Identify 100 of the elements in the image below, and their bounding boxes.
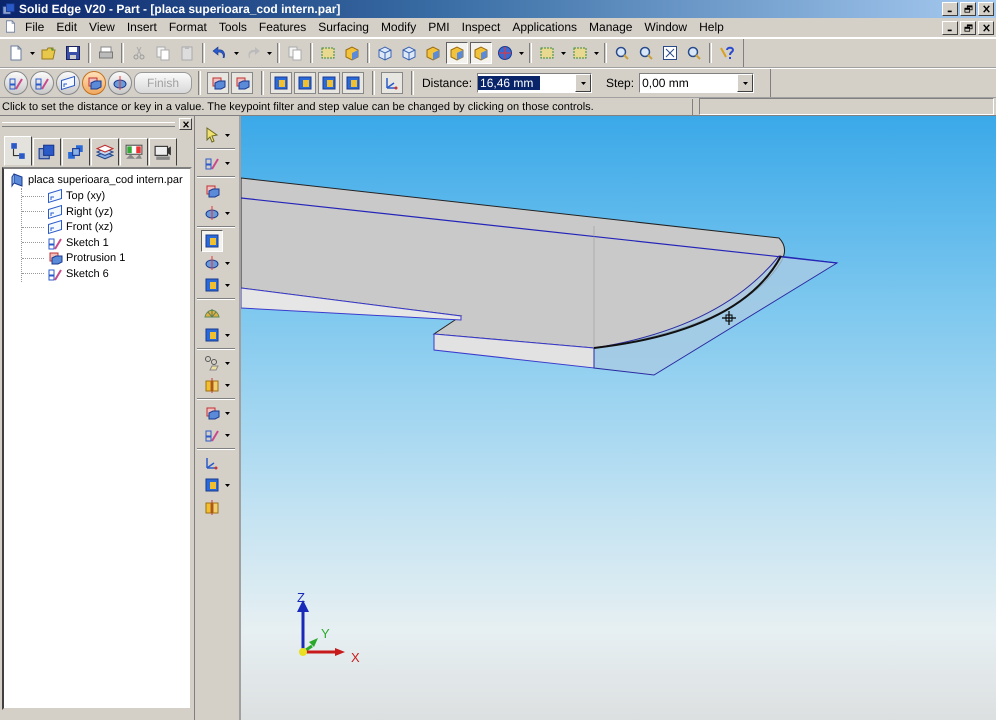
caret-icon bbox=[225, 384, 230, 386]
tree-item[interactable]: Sketch 1 bbox=[22, 235, 186, 250]
shaded-cube-icon bbox=[473, 45, 489, 61]
extruded-block-icon bbox=[47, 250, 63, 266]
caret-icon bbox=[580, 82, 586, 84]
ribbon-button[interactable] bbox=[207, 72, 229, 94]
extruded-block-icon bbox=[204, 183, 220, 199]
minimize-button[interactable] bbox=[942, 20, 958, 34]
menu-item[interactable]: Help bbox=[693, 19, 730, 36]
step-button[interactable] bbox=[56, 71, 80, 95]
keypoint-button[interactable] bbox=[381, 72, 403, 94]
restore-button[interactable] bbox=[960, 20, 976, 34]
revolve-icon bbox=[112, 75, 128, 91]
menu-item[interactable]: Tools bbox=[212, 19, 253, 36]
ribbon-button[interactable] bbox=[342, 72, 364, 94]
panel-tab[interactable] bbox=[33, 138, 61, 166]
toolbar-button[interactable] bbox=[201, 230, 223, 252]
axis-label: X bbox=[351, 651, 360, 664]
copy-icon bbox=[287, 45, 303, 61]
caret-icon bbox=[561, 52, 566, 54]
axes-icon bbox=[204, 455, 220, 471]
close-button[interactable] bbox=[179, 118, 192, 130]
restore-button[interactable] bbox=[960, 2, 976, 16]
shaded-face-icon bbox=[204, 327, 220, 343]
ribbon-button[interactable] bbox=[270, 72, 292, 94]
caret-icon bbox=[594, 52, 599, 54]
panel-tab[interactable] bbox=[62, 138, 90, 166]
axis-label: Y bbox=[321, 627, 330, 640]
shaded-face-icon bbox=[273, 75, 289, 91]
toolbar-button[interactable] bbox=[446, 42, 468, 64]
caret-icon bbox=[225, 134, 230, 136]
stacked-blocks-icon bbox=[38, 143, 56, 161]
pointer-icon bbox=[204, 127, 220, 143]
tree-item[interactable]: Top (xy) bbox=[22, 188, 186, 204]
panel-tab[interactable] bbox=[149, 138, 177, 166]
shaded-face-icon bbox=[204, 277, 220, 293]
close-button[interactable] bbox=[978, 20, 994, 34]
window-title: Solid Edge V20 - Part - [placa superioara_cod intern.par] bbox=[19, 2, 342, 16]
magnifier-icon bbox=[614, 45, 630, 61]
distance-combo[interactable]: 16,46 mm bbox=[477, 73, 592, 93]
ribbon-button[interactable] bbox=[231, 72, 253, 94]
tree-item[interactable]: Front (xz) bbox=[22, 220, 186, 235]
caret-icon bbox=[225, 362, 230, 364]
menu-item[interactable]: Edit bbox=[50, 19, 84, 36]
extruded-block-icon bbox=[210, 75, 226, 91]
caret-icon bbox=[225, 334, 230, 336]
tree-item[interactable]: Right (yz) bbox=[22, 204, 186, 220]
panel-tab[interactable] bbox=[120, 138, 148, 166]
caret-icon bbox=[225, 484, 230, 486]
magnifier-icon bbox=[638, 45, 654, 61]
panel-tab[interactable] bbox=[4, 136, 32, 166]
tree-item[interactable]: Protrusion 1 bbox=[22, 250, 186, 266]
caret-icon bbox=[225, 262, 230, 264]
step-combo[interactable]: 0,00 mm bbox=[639, 73, 754, 93]
distance-label: Distance: bbox=[422, 76, 472, 90]
step-button[interactable] bbox=[108, 71, 132, 95]
close-button[interactable] bbox=[978, 2, 994, 16]
toolbar-button[interactable] bbox=[470, 42, 492, 64]
plane-icon bbox=[60, 75, 76, 91]
menu-item[interactable]: Insert bbox=[120, 19, 163, 36]
menu-item[interactable]: Features bbox=[252, 19, 312, 36]
menu-item[interactable]: PMI bbox=[422, 19, 456, 36]
camera-icon bbox=[154, 143, 172, 161]
caret-icon bbox=[225, 412, 230, 414]
close-icon bbox=[982, 24, 990, 32]
menu-item[interactable]: Format bbox=[162, 19, 213, 36]
fit-view-icon bbox=[662, 45, 678, 61]
tree-item[interactable]: placa superioara_cod intern.par bbox=[8, 172, 186, 188]
step-button[interactable] bbox=[4, 71, 28, 95]
caret-icon bbox=[225, 284, 230, 286]
frame-icon bbox=[320, 45, 336, 61]
caret-icon bbox=[225, 212, 230, 214]
step-button[interactable] bbox=[30, 71, 54, 95]
menu-item[interactable]: Window bbox=[638, 19, 694, 36]
mirror-icon bbox=[204, 377, 220, 393]
menu-item[interactable]: File bbox=[22, 19, 50, 36]
undo-icon bbox=[212, 45, 228, 61]
menu-item[interactable]: Surfacing bbox=[312, 19, 375, 36]
shaded-face-icon bbox=[204, 477, 220, 493]
caret-icon bbox=[225, 162, 230, 164]
step-button[interactable] bbox=[82, 71, 106, 95]
axes-icon bbox=[384, 75, 400, 91]
shaded-cube-icon bbox=[425, 45, 441, 61]
menu-item[interactable]: Applications bbox=[506, 19, 584, 36]
menu-item[interactable]: Modify bbox=[374, 19, 422, 36]
menu-item[interactable]: View bbox=[83, 19, 121, 36]
menu-item[interactable]: Manage bbox=[583, 19, 638, 36]
menu-item[interactable]: Inspect bbox=[456, 19, 506, 36]
document-icon bbox=[8, 45, 24, 61]
palette-icon bbox=[125, 143, 143, 161]
shaded-cube-icon bbox=[344, 45, 360, 61]
minimize-button[interactable] bbox=[942, 2, 958, 16]
ribbon-button[interactable] bbox=[294, 72, 316, 94]
ribbon-button[interactable] bbox=[318, 72, 340, 94]
caret-icon bbox=[225, 434, 230, 436]
stacked-blocks-icon bbox=[2, 2, 16, 16]
shaded-face-icon bbox=[204, 233, 220, 249]
clipboard-icon bbox=[179, 45, 195, 61]
tree-item[interactable]: Sketch 6 bbox=[22, 266, 186, 282]
panel-tab[interactable] bbox=[91, 138, 119, 166]
